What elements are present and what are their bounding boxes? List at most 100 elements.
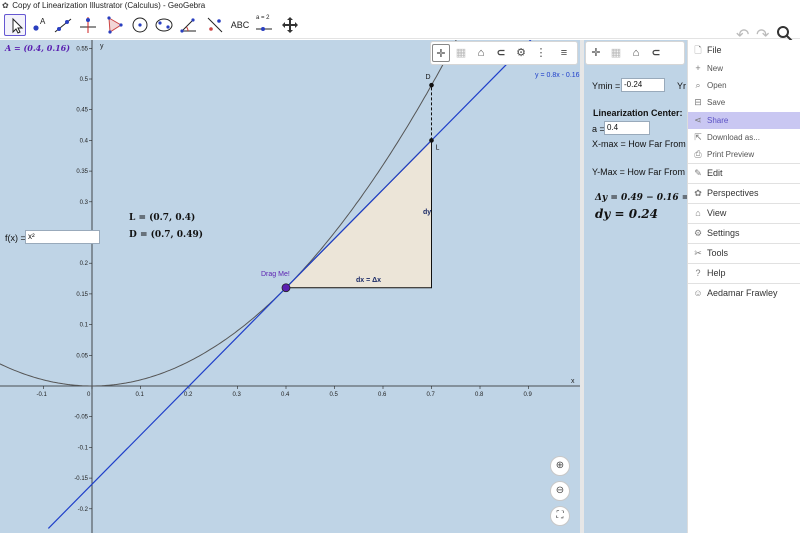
home-icon[interactable]: ⌂ (472, 44, 490, 62)
menu-item-aedamar-frawley[interactable]: ☺ Aedamar Frawley (688, 283, 800, 303)
point-A-draggable[interactable] (281, 283, 291, 293)
axes-toggle-icon[interactable]: ✛ (587, 44, 605, 62)
y-tick-label: 0.05 (76, 353, 88, 359)
menu-item-settings[interactable]: ⚙ Settings (688, 223, 800, 243)
more-options-icon[interactable]: ⋮ (532, 44, 550, 62)
reflect-tool-icon[interactable] (204, 14, 226, 36)
menu-item-label: File (707, 45, 722, 55)
x-tick-label: 0.1 (136, 392, 145, 398)
geogebra-logo-icon: ✿ (2, 1, 9, 10)
menu-item-label: Download as... (707, 132, 760, 142)
linearization-center-heading: Linearization Center: (593, 108, 683, 118)
menu-item-label: Save (707, 98, 726, 108)
zoom-out-button[interactable]: ⊖ (550, 481, 570, 501)
x-tick-label: 0.2 (184, 392, 193, 398)
menu-item-help[interactable]: ? Help (688, 263, 800, 283)
point-capturing-icon[interactable]: ⊂ (492, 44, 510, 62)
fullscreen-button[interactable]: ⛶ (550, 506, 570, 526)
y-tick-label: -0.1 (78, 445, 89, 451)
dx-label: dx = Δx (356, 277, 382, 284)
grid-toggle-icon[interactable]: ▦ (607, 44, 625, 62)
menu-item-view[interactable]: ⌂ View (688, 203, 800, 223)
menu-item-label: New (707, 64, 724, 73)
point-capturing-icon[interactable]: ⊂ (647, 44, 665, 62)
menu-item-open[interactable]: ⌕ Open (688, 77, 800, 94)
pencil-icon: ✎ (694, 168, 702, 179)
menu-item-save[interactable]: ⊟ Save (688, 94, 800, 111)
menu-item-new[interactable]: + New (688, 60, 800, 77)
user-icon: ☺ (693, 288, 703, 299)
fx-input[interactable]: x² (25, 230, 100, 244)
x-tick-label: 0.6 (378, 392, 387, 398)
tools-icon: ✂ (694, 248, 702, 259)
ymax-label: Y-Max = How Far From (592, 167, 685, 177)
plus-icon: + (695, 63, 701, 73)
menu-item-file[interactable]: 🗋 File (688, 40, 800, 60)
point-tool-icon[interactable]: A (28, 14, 50, 36)
ymin-input[interactable]: -0.24 (621, 78, 665, 92)
x-tick-label: 0.8 (475, 392, 484, 398)
point-D (429, 82, 434, 88)
point-D-label: D (426, 74, 431, 81)
menu-item-label: Help (707, 268, 726, 279)
a-input[interactable]: 0.4 (604, 121, 650, 135)
slider-tool-icon[interactable]: a = 2 (253, 14, 275, 36)
x-tick-label: -0.1 (37, 392, 48, 398)
y-tick-label: 0.35 (76, 169, 88, 175)
download-icon: ⇱ (694, 131, 702, 142)
menu-item-label: Open (707, 81, 727, 91)
y-tick-label: 0.15 (76, 292, 88, 298)
L-coordinates: L = (0.7, 0.4) (129, 213, 196, 223)
line-tool-icon[interactable] (52, 14, 74, 36)
main-menu: 🗋 File + New ⌕ Open ⊟ Save ⋖ Share ⇱ Download as...… (687, 40, 800, 533)
y-tick-label: 0.4 (80, 138, 89, 144)
menu-item-share[interactable]: ⋖ Share (688, 111, 800, 129)
menu-item-tools[interactable]: ✂ Tools (688, 243, 800, 263)
menu-item-label: Perspectives (707, 188, 759, 199)
D-coordinates: D = (0.7, 0.49) (129, 230, 203, 240)
axes-toggle-icon[interactable]: ✛ (432, 44, 450, 62)
graphics-style-bar: ✛ ▦ ⌂ ⊂ ⚙ ⋮ ≡ (430, 41, 578, 65)
point-a-definition[interactable]: A = (0.4, 0.16) (5, 43, 70, 53)
y-tick-label: -0.05 (74, 415, 88, 421)
graphics-canvas[interactable]: -0.1 0 0.1 0.2 0.3 0.4 0.5 0.6 0.7 0.8 0.9 0.55 0.5 0… (0, 40, 580, 533)
y-tick-label: 0.2 (80, 261, 89, 267)
tangent-line-equation: y = 0.8x - 0.16 (535, 72, 580, 79)
gear-icon[interactable]: ⚙ (512, 44, 530, 62)
delta-y-equation: Δy = 0.49 − 0.16 = 0. (595, 193, 702, 203)
menu-item-edit[interactable]: ✎ Edit (688, 163, 800, 183)
y-tick-label: 0.5 (80, 77, 89, 83)
conic-tool-icon[interactable] (153, 14, 175, 36)
home-icon: ⌂ (695, 208, 701, 219)
y-tick-label: -0.2 (78, 507, 89, 513)
y-tick-label: 0.1 (80, 323, 89, 329)
menu-item-print-preview[interactable]: ⎙ Print Preview (688, 146, 800, 163)
grid-toggle-icon[interactable]: ▦ (452, 44, 470, 62)
menu-item-download-as[interactable]: ⇱ Download as... (688, 129, 800, 146)
polygon-tool-icon[interactable] (104, 14, 126, 36)
home-icon[interactable]: ⌂ (627, 44, 645, 62)
file-icon: 🗋 (694, 45, 702, 55)
perpendicular-tool-icon[interactable] (77, 14, 99, 36)
x-tick-label: 0.5 (330, 392, 339, 398)
y-axis-label: y (100, 43, 104, 50)
circle-tool-icon[interactable] (129, 14, 151, 36)
menu-item-label: Aedamar Frawley (707, 288, 778, 299)
menu-item-perspectives[interactable]: ✿ Perspectives (688, 183, 800, 203)
angle-tool-icon[interactable] (178, 14, 200, 36)
graphics-view[interactable]: -0.1 0 0.1 0.2 0.3 0.4 0.5 0.6 0.7 0.8 0.9 0.55 0.5 0… (0, 40, 580, 533)
toggle-style-bar-icon[interactable]: ≡ (555, 44, 573, 62)
text-tool-button[interactable]: ABC (229, 14, 251, 36)
algebra-style-bar: ✛ ▦ ⌂ ⊂ (585, 41, 685, 65)
gear-icon: ⚙ (693, 228, 703, 239)
y-tick-label: 0.45 (76, 108, 88, 114)
move-view-tool-icon[interactable] (279, 14, 301, 36)
menu-item-label: Print Preview (707, 150, 755, 159)
move-tool-icon[interactable] (4, 14, 26, 36)
x-tick-label: 0.9 (524, 392, 533, 398)
menu-item-label: Edit (707, 168, 723, 179)
zoom-in-button[interactable]: ⊕ (550, 456, 570, 476)
window-title: Copy of Linearization Illustrator (Calcu… (12, 1, 206, 10)
x-tick-label: 0.3 (233, 392, 242, 398)
drag-me-label: Drag Me! (261, 271, 290, 278)
